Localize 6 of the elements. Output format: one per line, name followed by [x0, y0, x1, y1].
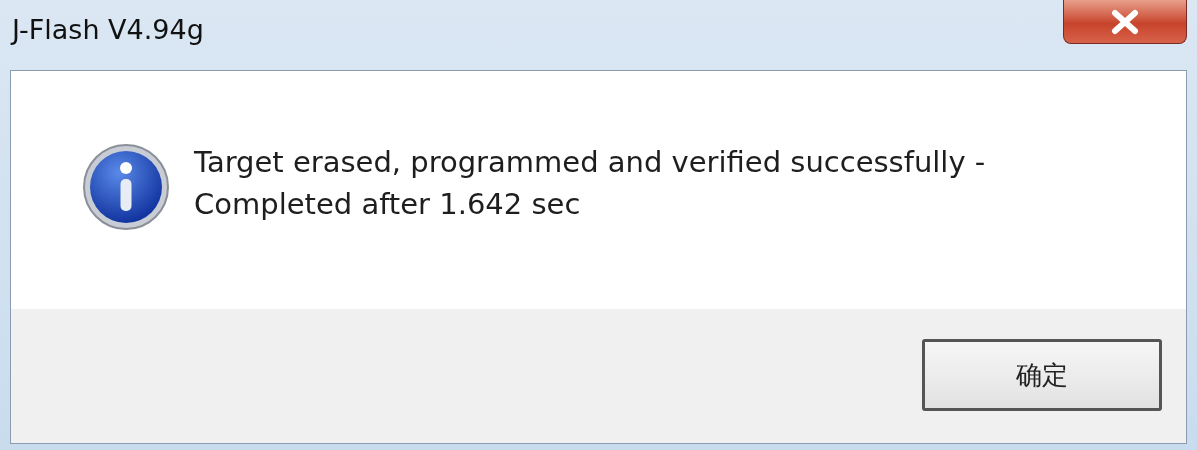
ok-button[interactable]: 确定 [922, 339, 1162, 411]
window-title: J-Flash V4.94g [12, 14, 204, 45]
message-text: Target erased, programmed and verified successfully - [194, 144, 986, 181]
info-icon [82, 143, 170, 231]
message-text: Completed after 1.642 sec [194, 186, 582, 223]
close-button[interactable] [1063, 0, 1187, 44]
